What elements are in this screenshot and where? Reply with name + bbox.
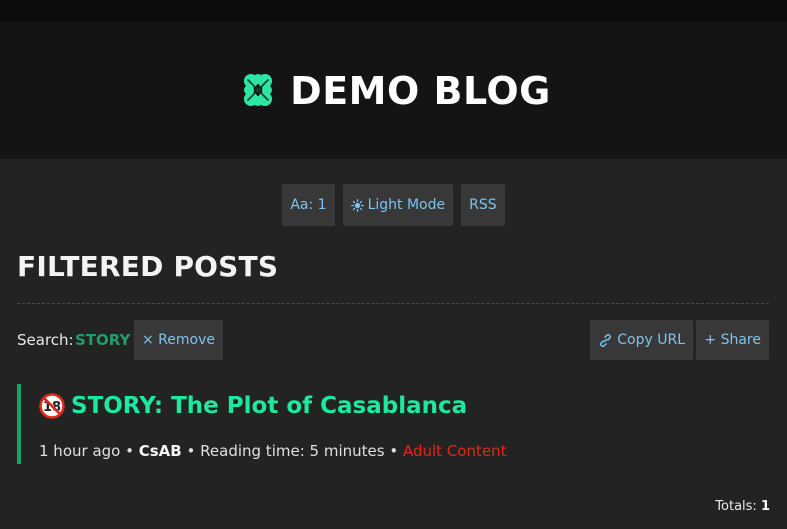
- meta-separator: •: [125, 442, 134, 460]
- copy-url-label: Copy URL: [617, 332, 685, 348]
- page-title: FILTERED POSTS: [17, 250, 279, 283]
- sun-icon: [350, 198, 364, 212]
- top-nav: Aa: 1 Light Mode RSS: [0, 184, 787, 226]
- link-icon: [600, 333, 612, 347]
- post-reading-time: Reading time: 5 minutes: [200, 442, 385, 460]
- site-brand[interactable]: DEMO BLOG: [0, 22, 787, 159]
- remove-filter-button[interactable]: × Remove: [134, 320, 223, 360]
- remove-filter-label: × Remove: [142, 332, 215, 348]
- share-button[interactable]: + Share: [696, 320, 769, 360]
- adult-content-tag[interactable]: Adult Content: [403, 442, 507, 460]
- post-time: 1 hour ago: [39, 442, 121, 460]
- rss-label: RSS: [469, 197, 497, 213]
- totals: Totals: 1: [715, 499, 770, 514]
- font-size-label: Aa: 1: [290, 197, 327, 213]
- top-bar: [0, 0, 787, 22]
- adult-18-icon: 18: [39, 393, 65, 419]
- post-item: 18 STORY: The Plot of Casablanca 1 hour …: [17, 384, 769, 464]
- rss-button[interactable]: RSS: [461, 184, 505, 226]
- post-author[interactable]: CsAB: [139, 442, 182, 460]
- meta-separator: •: [389, 442, 399, 460]
- font-size-button[interactable]: Aa: 1: [282, 184, 335, 226]
- share-label: + Share: [704, 332, 761, 348]
- post-meta: 1 hour ago • CsAB • Reading time: 5 minu…: [39, 442, 506, 460]
- light-mode-label: Light Mode: [367, 197, 446, 213]
- totals-label: Totals:: [715, 499, 757, 514]
- clover-icon: [244, 73, 273, 106]
- meta-separator: •: [186, 442, 196, 460]
- site-header: DEMO BLOG: [0, 22, 787, 159]
- search-term: STORY: [75, 331, 131, 349]
- post-title: STORY: The Plot of Casablanca: [71, 393, 468, 419]
- divider: [17, 303, 769, 304]
- post-title-link[interactable]: 18 STORY: The Plot of Casablanca: [39, 393, 467, 419]
- copy-url-button[interactable]: Copy URL: [590, 320, 693, 360]
- search-label: Search:: [17, 331, 74, 349]
- light-mode-button[interactable]: Light Mode: [342, 184, 454, 226]
- search-filter-row: Search: STORY × Remove Copy URL + Share: [17, 320, 769, 360]
- site-title: DEMO BLOG: [290, 68, 551, 113]
- totals-count: 1: [760, 499, 770, 514]
